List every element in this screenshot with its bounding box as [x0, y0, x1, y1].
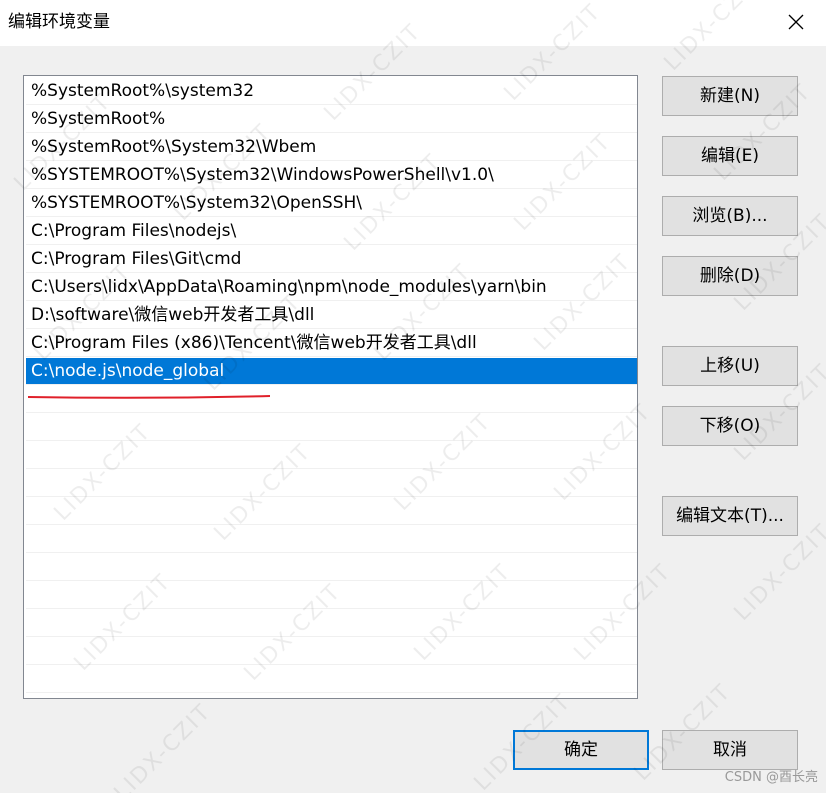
path-list-item[interactable]: %SYSTEMROOT%\System32\WindowsPowerShell\…: [26, 162, 637, 189]
window-title: 编辑环境变量: [8, 12, 110, 32]
path-list-empty-row[interactable]: [26, 470, 637, 497]
path-list-empty-row[interactable]: [26, 442, 637, 469]
path-list-item[interactable]: %SYSTEMROOT%\System32\OpenSSH\: [26, 190, 637, 217]
new-button[interactable]: 新建(N): [662, 76, 798, 116]
path-list-empty-row[interactable]: [26, 386, 637, 413]
path-list-empty-row[interactable]: [26, 582, 637, 609]
path-list-item[interactable]: C:\Program Files (x86)\Tencent\微信web开发者工…: [26, 330, 637, 357]
path-list-empty-row[interactable]: [26, 414, 637, 441]
path-list-item[interactable]: %SystemRoot%\system32: [26, 78, 637, 105]
ok-button[interactable]: 确定: [513, 730, 649, 770]
delete-button[interactable]: 删除(D): [662, 256, 798, 296]
path-list-item[interactable]: C:\Program Files\nodejs\: [26, 218, 637, 245]
browse-button[interactable]: 浏览(B)...: [662, 196, 798, 236]
cancel-button[interactable]: 取消: [662, 730, 798, 770]
close-icon: [788, 14, 804, 30]
path-list-empty-row[interactable]: [26, 526, 637, 553]
edit-text-button[interactable]: 编辑文本(T)...: [662, 496, 798, 536]
path-list-item[interactable]: D:\software\微信web开发者工具\dll: [26, 302, 637, 329]
path-list-item[interactable]: %SystemRoot%\System32\Wbem: [26, 134, 637, 161]
path-list-item[interactable]: %SystemRoot%: [26, 106, 637, 133]
move-down-button[interactable]: 下移(O): [662, 406, 798, 446]
path-list-item[interactable]: C:\node.js\node_global: [26, 358, 637, 385]
path-list-item[interactable]: C:\Program Files\Git\cmd: [26, 246, 637, 273]
close-button[interactable]: [776, 4, 816, 40]
edit-button[interactable]: 编辑(E): [662, 136, 798, 176]
path-list[interactable]: %SystemRoot%\system32 %SystemRoot% %System…: [23, 75, 638, 699]
title-bar: 编辑环境变量: [0, 0, 826, 46]
path-list-empty-row[interactable]: [26, 498, 637, 525]
path-list-empty-row[interactable]: [26, 638, 637, 665]
path-list-empty-row[interactable]: [26, 666, 637, 693]
path-list-item[interactable]: C:\Users\lidx\AppData\Roaming\npm\node_m…: [26, 274, 637, 301]
path-list-empty-row[interactable]: [26, 554, 637, 581]
move-up-button[interactable]: 上移(U): [662, 346, 798, 386]
watermark-text: LIDX-CZIT: [109, 699, 217, 793]
credit-text: CSDN @酉长亮: [724, 770, 818, 785]
path-list-empty-row[interactable]: [26, 610, 637, 637]
annotation-underline: [28, 395, 270, 399]
